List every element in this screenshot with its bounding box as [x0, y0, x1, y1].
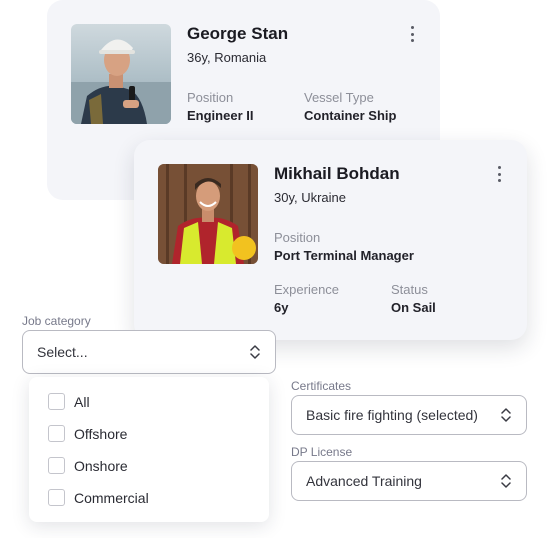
certificates-select[interactable]: Basic fire fighting (selected): [291, 395, 527, 435]
profile-photo: [158, 164, 258, 264]
experience-value: 6y: [274, 300, 289, 315]
job-category-dropdown: All Offshore Onshore Commercial: [29, 377, 269, 522]
profile-name: Mikhail Bohdan: [274, 164, 400, 183]
option-commercial[interactable]: Commercial: [48, 489, 149, 506]
vessel-type-value: Container Ship: [304, 108, 397, 123]
checkbox-unchecked-icon[interactable]: [48, 489, 65, 506]
position-label: Position: [274, 230, 321, 245]
experience-label: Experience: [274, 282, 340, 297]
profile-name: George Stan: [187, 24, 289, 43]
position-value: Port Terminal Manager: [274, 248, 414, 263]
profile-card-mikhail[interactable]: Mikhail Bohdan 30y, Ukraine Position Por…: [134, 140, 527, 340]
dp-license-label: DP License: [291, 445, 353, 459]
option-all[interactable]: All: [48, 393, 90, 410]
option-onshore[interactable]: Onshore: [48, 457, 128, 474]
job-category-placeholder: Select...: [37, 344, 88, 360]
chevron-up-down-icon: [501, 474, 511, 488]
option-label: Commercial: [74, 489, 149, 506]
vessel-type-label: Vessel Type: [304, 90, 374, 105]
job-category-select[interactable]: Select...: [22, 330, 276, 374]
status-value: On Sail: [391, 300, 436, 315]
option-label: Offshore: [74, 425, 128, 442]
profile-age-country: 30y, Ukraine: [274, 190, 347, 205]
profile-photo: [71, 24, 171, 124]
certificates-label: Certificates: [291, 379, 352, 393]
option-label: Onshore: [74, 457, 128, 474]
chevron-up-down-icon: [501, 408, 511, 422]
position-value: Engineer II: [187, 108, 254, 123]
chevron-up-down-icon: [250, 345, 260, 359]
checkbox-unchecked-icon[interactable]: [48, 425, 65, 442]
checkbox-unchecked-icon[interactable]: [48, 393, 65, 410]
profile-age-country: 36y, Romania: [187, 50, 267, 65]
job-category-label: Job category: [22, 314, 91, 328]
status-label: Status: [391, 282, 428, 297]
option-offshore[interactable]: Offshore: [48, 425, 127, 442]
more-vertical-icon[interactable]: [404, 24, 420, 44]
certificates-value: Basic fire fighting (selected): [306, 407, 478, 423]
more-vertical-icon[interactable]: [491, 164, 507, 184]
option-label: All: [74, 393, 90, 410]
checkbox-unchecked-icon[interactable]: [48, 457, 65, 474]
dp-license-value: Advanced Training: [306, 473, 422, 489]
dp-license-select[interactable]: Advanced Training: [291, 461, 527, 501]
position-label: Position: [187, 90, 234, 105]
